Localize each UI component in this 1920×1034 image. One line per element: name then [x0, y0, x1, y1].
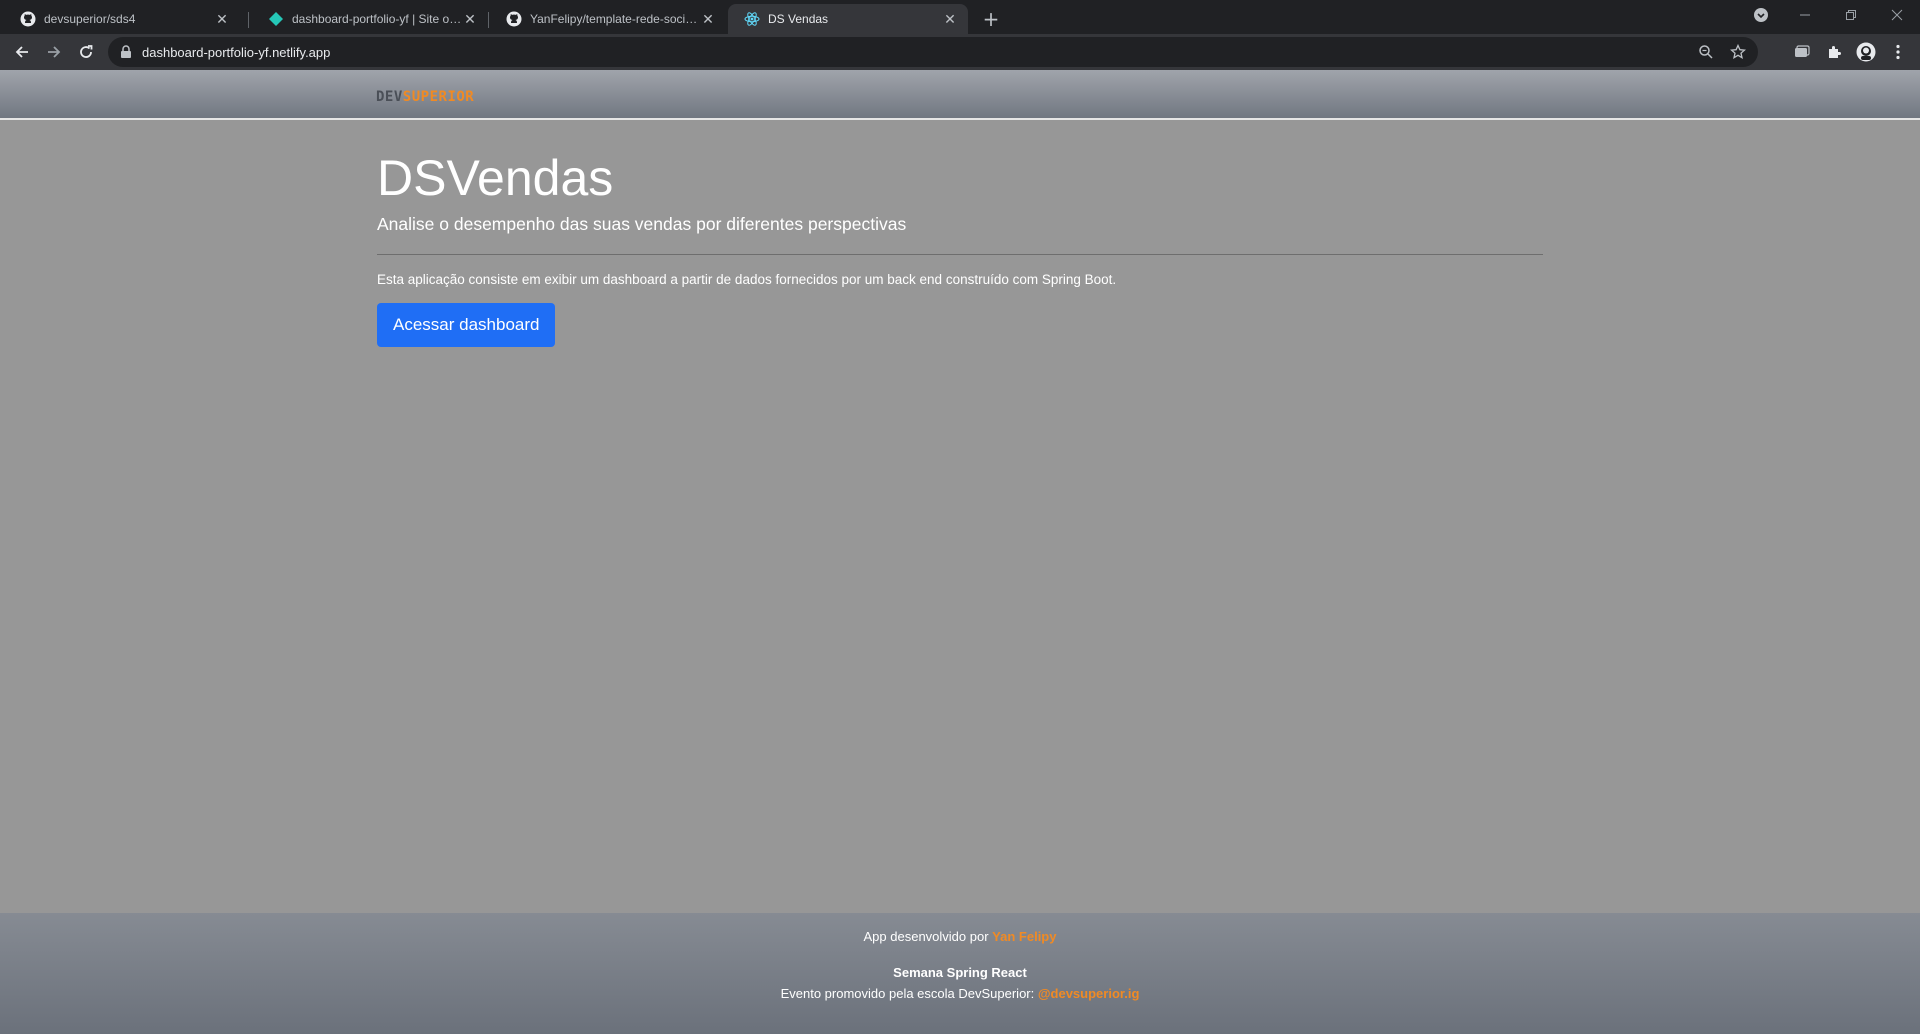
hero-section: DSVendas Analise o desempenho das suas v…	[377, 140, 1543, 347]
footer-credits-text: App desenvolvido por	[863, 929, 993, 944]
footer-credits: App desenvolvido por Yan Felipy	[0, 929, 1920, 944]
github-icon	[506, 11, 522, 27]
browser-tab-bar: devsuperior/sds4 ✕ dashboard-portfolio-y…	[0, 0, 1920, 34]
back-button[interactable]	[8, 38, 36, 66]
close-tab-icon[interactable]: ✕	[942, 11, 958, 27]
logo-superior-text: SUPERIOR	[402, 89, 475, 105]
extension-media-icon[interactable]	[1792, 42, 1812, 62]
reload-button[interactable]	[72, 38, 100, 66]
zoom-icon[interactable]	[1698, 44, 1714, 60]
browser-tab-3[interactable]: YanFelipy/template-rede-social: Template…	[490, 4, 726, 34]
forward-button[interactable]	[40, 38, 68, 66]
footer-promotion-text: Evento promovido pela escola DevSuperior…	[780, 986, 1038, 1001]
browser-tab-4[interactable]: DS Vendas ✕	[728, 4, 968, 34]
minimize-icon	[1800, 14, 1810, 16]
tab-title: devsuperior/sds4	[44, 12, 136, 26]
browser-toolbar: dashboard-portfolio-yf.netlify.app	[0, 34, 1920, 70]
author-link[interactable]: Yan Felipy	[992, 929, 1056, 944]
address-bar[interactable]: dashboard-portfolio-yf.netlify.app	[108, 37, 1758, 67]
tab-search-button[interactable]	[1738, 0, 1784, 30]
reload-icon	[80, 45, 93, 58]
lock-icon	[121, 45, 131, 58]
tab-title: dashboard-portfolio-yf | Site overview	[292, 12, 462, 26]
react-icon	[744, 11, 760, 27]
logo-dev-text: DEV	[376, 89, 403, 105]
page-viewport: DEVSUPERIOR DSVendas Analise o desempenh…	[0, 70, 1920, 1034]
restore-icon	[1846, 10, 1856, 20]
restore-button[interactable]	[1828, 0, 1874, 30]
arrow-left-icon	[15, 46, 28, 58]
minimize-button[interactable]	[1782, 0, 1828, 30]
close-tab-icon[interactable]: ✕	[462, 11, 478, 27]
page-description: Esta aplicação consiste em exibir um das…	[377, 272, 1117, 287]
access-dashboard-button[interactable]: Acessar dashboard	[377, 303, 556, 347]
github-icon	[20, 11, 36, 27]
footer-promotion: Evento promovido pela escola DevSuperior…	[0, 986, 1920, 1001]
browser-tab-1[interactable]: devsuperior/sds4 ✕	[4, 4, 240, 34]
star-icon[interactable]	[1730, 44, 1746, 60]
close-window-button[interactable]	[1874, 0, 1920, 30]
url-text[interactable]: dashboard-portfolio-yf.netlify.app	[142, 45, 330, 60]
site-header: DEVSUPERIOR	[0, 70, 1920, 120]
close-icon	[1891, 9, 1903, 21]
page-title: DSVendas	[377, 150, 614, 206]
browser-tab-2[interactable]: dashboard-portfolio-yf | Site overview ✕	[252, 4, 488, 34]
browser-menu-icon[interactable]	[1888, 42, 1908, 62]
close-tab-icon[interactable]: ✕	[700, 11, 716, 27]
site-footer: App desenvolvido por Yan Felipy Semana S…	[0, 913, 1920, 1034]
devsuperior-logo[interactable]: DEVSUPERIOR	[376, 89, 474, 105]
profile-avatar-icon[interactable]	[1856, 42, 1876, 62]
tab-title: YanFelipy/template-rede-social: Template…	[530, 12, 700, 26]
tab-separator	[248, 12, 249, 28]
new-tab-button[interactable]: +	[978, 6, 1004, 32]
divider	[377, 254, 1543, 255]
arrow-right-icon	[48, 46, 61, 58]
tab-separator	[488, 12, 489, 28]
tab-title: DS Vendas	[768, 12, 829, 26]
extensions-puzzle-icon[interactable]	[1824, 42, 1844, 62]
close-tab-icon[interactable]: ✕	[214, 11, 230, 27]
instagram-link[interactable]: @devsuperior.ig	[1038, 986, 1140, 1001]
netlify-icon	[268, 11, 284, 27]
chevron-down-icon	[1754, 8, 1768, 22]
footer-event-title: Semana Spring React	[893, 965, 1027, 980]
page-subtitle: Analise o desempenho das suas vendas por…	[377, 214, 907, 234]
